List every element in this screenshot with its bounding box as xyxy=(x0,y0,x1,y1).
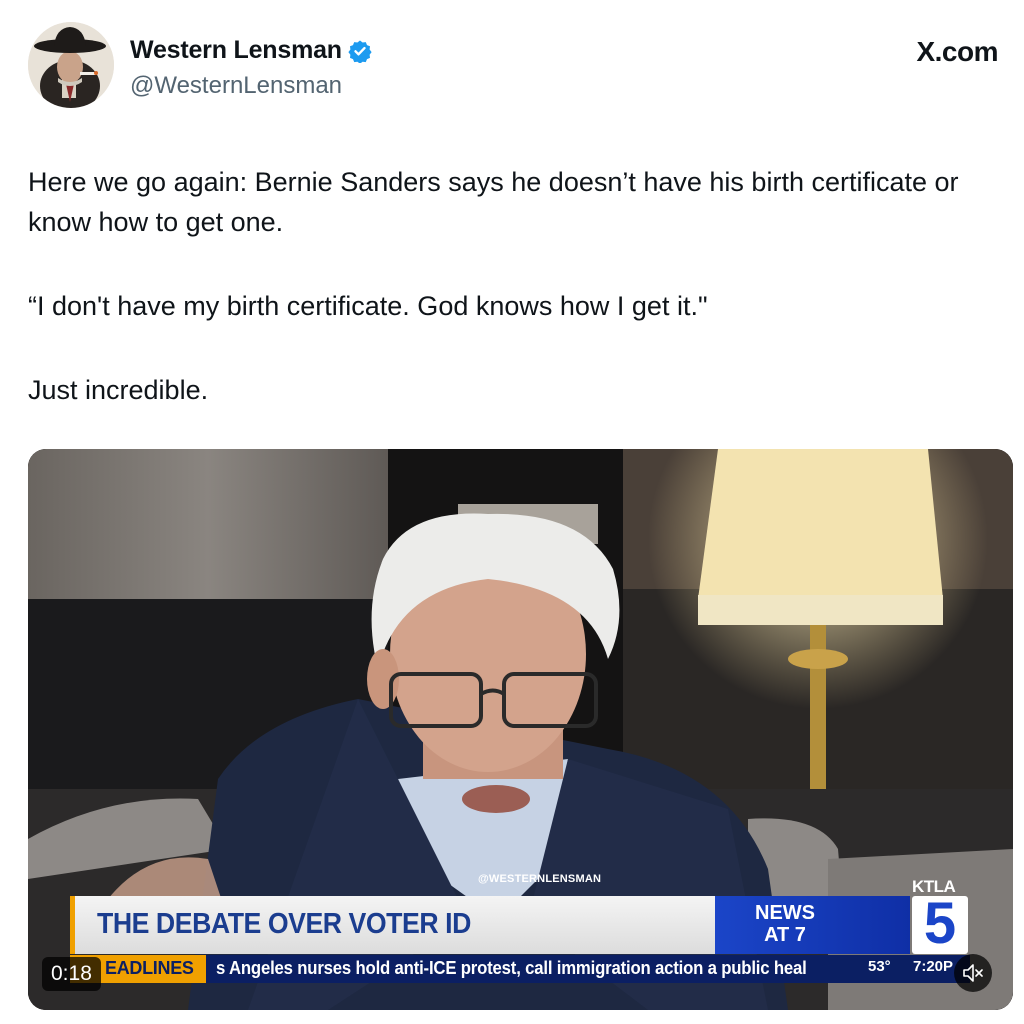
mute-button[interactable] xyxy=(954,954,992,992)
tweet-paragraph: “I don't have my birth certificate. God … xyxy=(28,291,708,321)
verified-badge-icon xyxy=(348,39,372,64)
news-label-line1: NEWS xyxy=(755,902,815,924)
news-at-seven-box: NEWS AT 7 xyxy=(715,896,910,954)
ticker-clock: 7:20P xyxy=(913,958,954,975)
tweet-paragraph: Just incredible. xyxy=(28,375,209,405)
avatar[interactable] xyxy=(28,22,114,108)
avatar-cowboy-hat-icon xyxy=(28,22,114,108)
tweet-header: Western Lensman @WesternLensman X.com xyxy=(28,22,998,112)
tweet-paragraph: Here we go again: Bernie Sanders says he… xyxy=(28,167,959,237)
video-timestamp: 0:18 xyxy=(42,957,101,991)
ticker-tag-label: EADLINES xyxy=(105,958,194,978)
video-player[interactable]: @WESTERNLENSMAN THE DEBATE OVER VOTER ID… xyxy=(28,449,1013,1010)
speaker-muted-icon xyxy=(963,964,983,982)
author-handle[interactable]: @WesternLensman xyxy=(130,72,342,100)
channel-number-logo: 5 xyxy=(912,892,968,956)
channel-number: 5 xyxy=(923,891,957,956)
news-label: NEWS AT 7 xyxy=(715,902,855,946)
site-mark: X.com xyxy=(916,36,998,67)
ticker-temperature: 53° xyxy=(868,958,891,975)
tweet-text: Here we go again: Bernie Sanders says he… xyxy=(28,162,988,410)
news-lower-third: THE DEBATE OVER VOTER ID xyxy=(70,896,715,954)
author-name-row: Western Lensman xyxy=(130,36,372,65)
news-ticker: EADLINES s Angeles nurses hold anti-ICE … xyxy=(70,955,970,983)
news-label-line2: AT 7 xyxy=(764,924,806,946)
author-display-name[interactable]: Western Lensman xyxy=(130,36,342,65)
video-watermark: @WESTERNLENSMAN xyxy=(478,873,602,885)
ticker-text: s Angeles nurses hold anti-ICE protest, … xyxy=(216,958,807,978)
news-headline: THE DEBATE OVER VOTER ID xyxy=(97,908,471,940)
